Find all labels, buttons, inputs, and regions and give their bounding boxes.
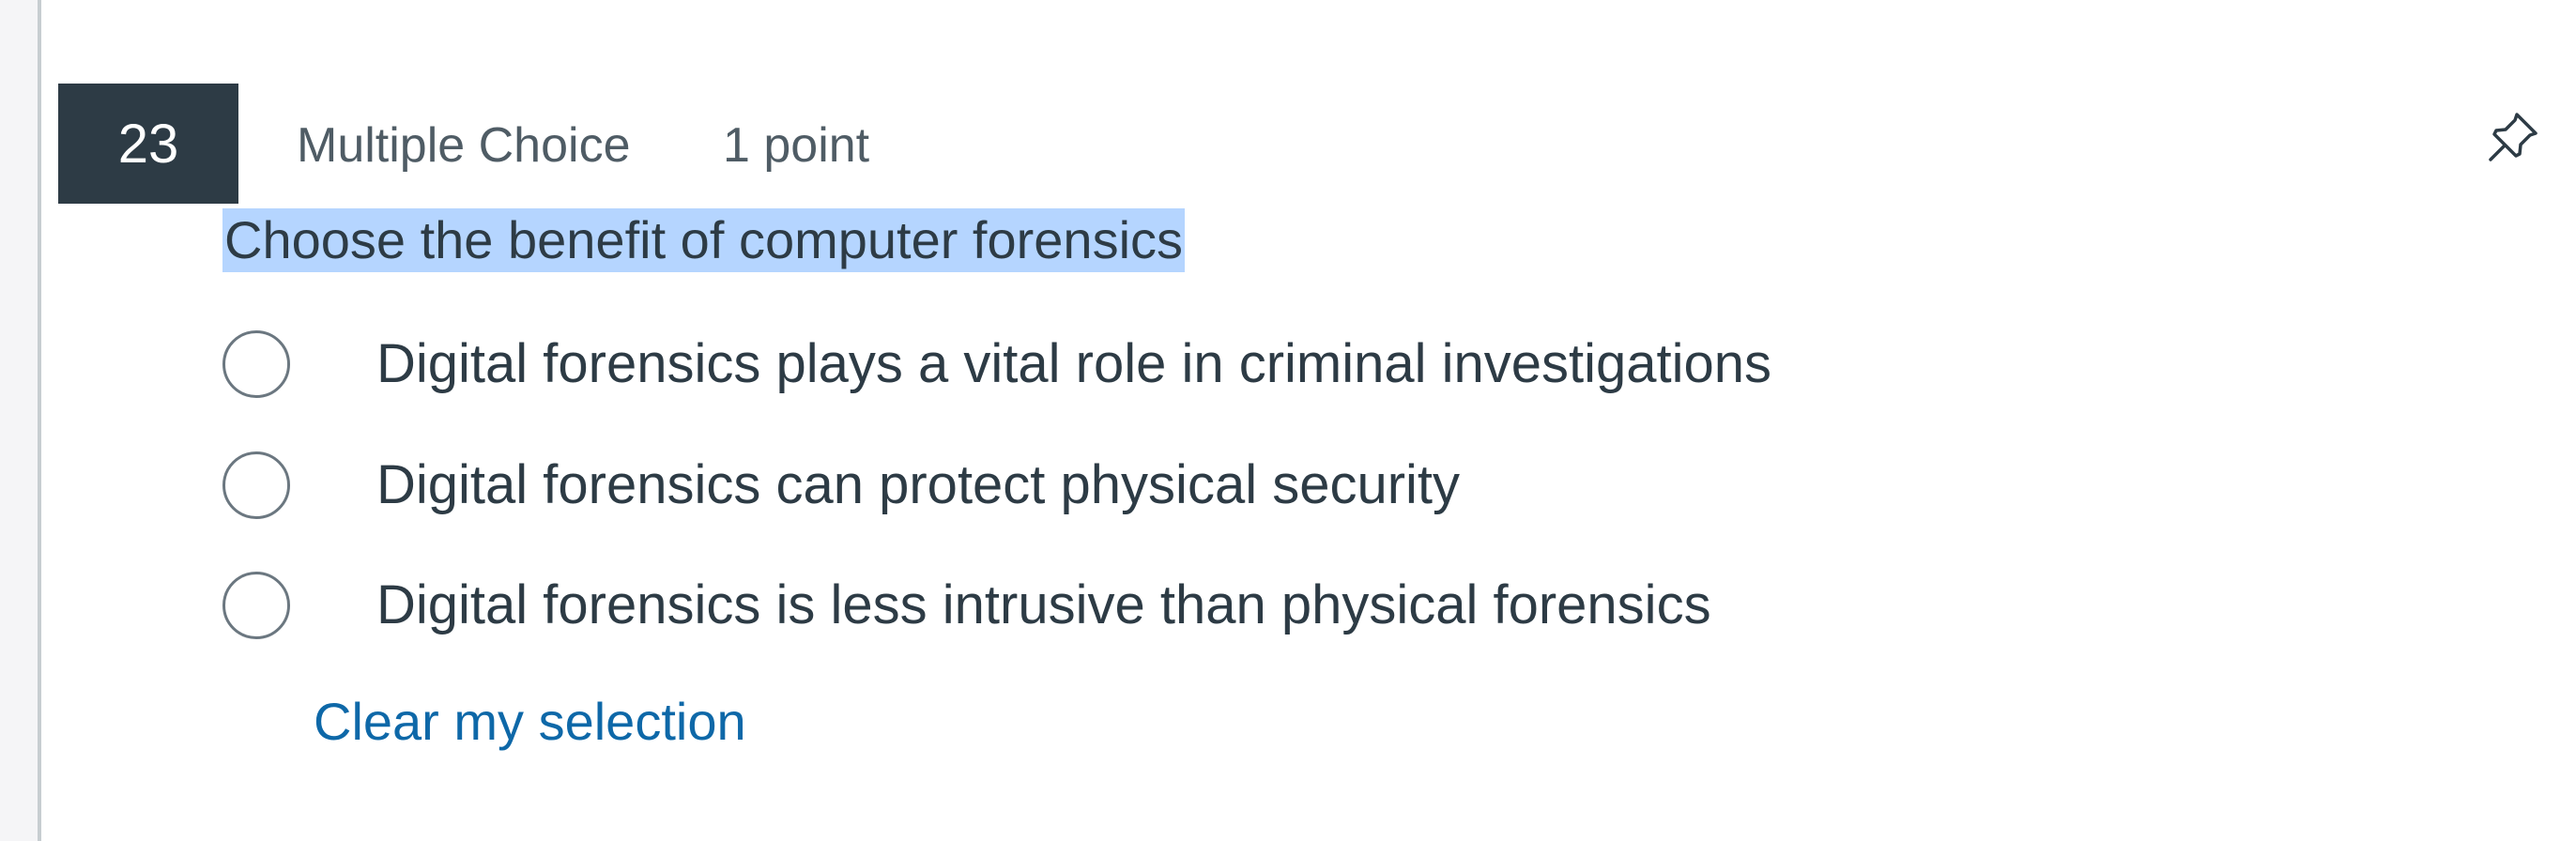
answer-option-2[interactable]: Digital forensics can protect physical s… xyxy=(222,443,2288,528)
answer-radio-3[interactable] xyxy=(222,572,290,639)
question-type-label: Multiple Choice xyxy=(297,118,631,173)
question-card: 23 Multiple Choice 1 point Choose the be… xyxy=(38,0,2576,841)
question-points-label: 1 point xyxy=(723,118,870,173)
question-number-badge: 23 xyxy=(58,84,238,204)
answer-label-3: Digital forensics is less intrusive than… xyxy=(376,574,1711,635)
pin-icon[interactable] xyxy=(2479,103,2547,171)
answer-label-1: Digital forensics plays a vital role in … xyxy=(376,333,1772,394)
answer-radio-1[interactable] xyxy=(222,330,290,398)
question-text: Choose the benefit of computer forensics xyxy=(222,208,1186,272)
clear-selection-link[interactable]: Clear my selection xyxy=(314,689,746,755)
answer-option-3[interactable]: Digital forensics is less intrusive than… xyxy=(222,563,2288,648)
answer-radio-2[interactable] xyxy=(222,451,290,519)
answer-option-1[interactable]: Digital forensics plays a vital role in … xyxy=(222,322,2288,406)
answer-label-2: Digital forensics can protect physical s… xyxy=(376,454,1461,515)
